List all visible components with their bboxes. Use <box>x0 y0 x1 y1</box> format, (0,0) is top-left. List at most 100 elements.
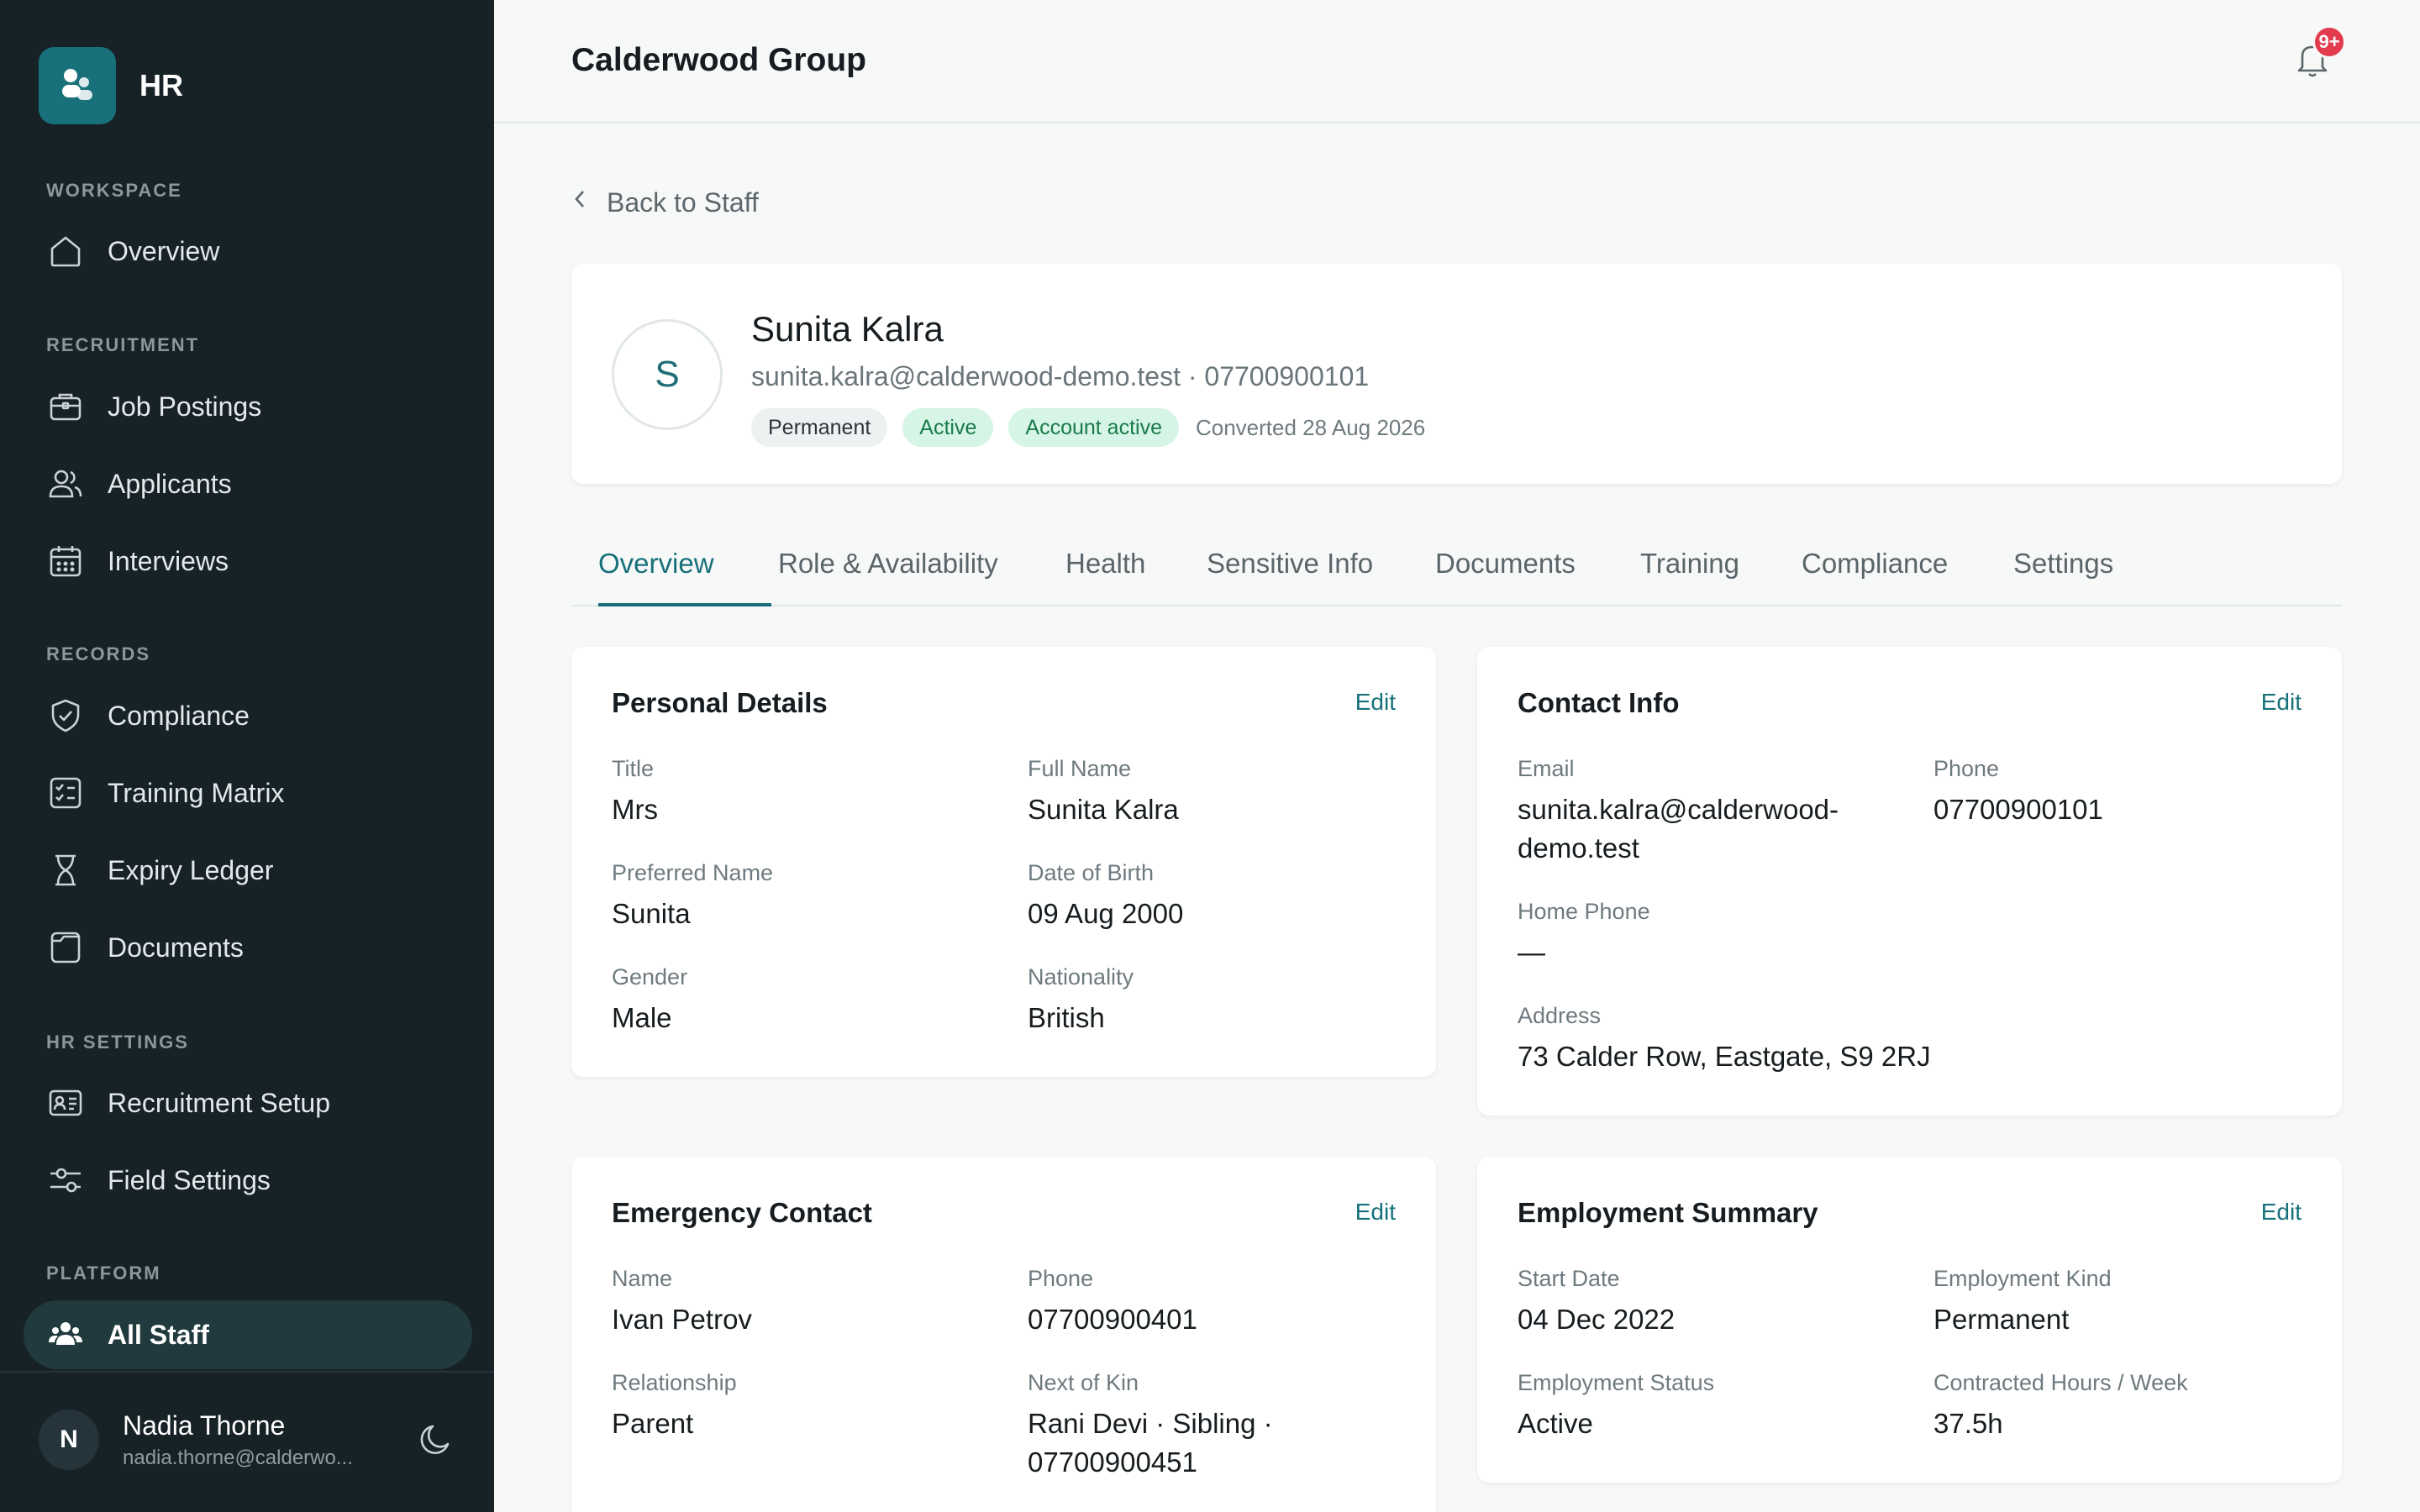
sidebar-item-documents[interactable]: Documents <box>24 913 472 982</box>
field-label: Contracted Hours / Week <box>1933 1370 2188 1395</box>
field-email: Email sunita.kalra@calderwood-demo.test <box>1518 756 1870 868</box>
sidebar-item-label: Documents <box>108 932 244 963</box>
field-value: Active <box>1518 1408 1593 1439</box>
field-start-date: Start Date 04 Dec 2022 <box>1518 1266 1887 1339</box>
sidebar-item-applicants[interactable]: Applicants <box>24 449 472 518</box>
sidebar-item-label: Overview <box>108 235 220 266</box>
sidebar-item-job-postings[interactable]: Job Postings <box>24 372 472 441</box>
field-label: Full Name <box>1028 756 1132 781</box>
sidebar-item-field-settings[interactable]: Field Settings <box>24 1146 472 1215</box>
field-value: 07700900101 <box>1933 794 2103 825</box>
current-user[interactable]: N Nadia Thorne nadia.thorne@calderwo... <box>39 1410 375 1470</box>
emergency-contact-card: Emergency Contact Edit Name Ivan Petrov … <box>571 1157 1436 1512</box>
sidebar-item-label: Expiry Ledger <box>108 854 274 885</box>
profile-badges: Permanent Active Account active Converte… <box>751 408 1425 447</box>
field-label: Date of Birth <box>1028 860 1155 885</box>
sidebar-item-interviews[interactable]: Interviews <box>24 527 472 596</box>
tab-training[interactable]: Training <box>1640 548 1739 606</box>
status-badge: Active <box>902 408 994 447</box>
avatar: S <box>612 319 723 430</box>
sidebar-item-expiry-ledger[interactable]: Expiry Ledger <box>24 836 472 905</box>
sidebar-item-training-matrix[interactable]: Training Matrix <box>24 759 472 827</box>
sidebar-item-compliance[interactable]: Compliance <box>24 681 472 750</box>
contact-info-card: Contact Info Edit Email sunita.kalra@cal… <box>1477 647 2342 1116</box>
field-label: Start Date <box>1518 1266 1620 1291</box>
moon-icon <box>416 1420 455 1463</box>
field-address: Address 73 Calder Row, Eastgate, S9 2RJ <box>1518 1003 2190 1076</box>
checklist-icon <box>47 774 84 811</box>
tab-sensitive-info[interactable]: Sensitive Info <box>1207 548 1373 606</box>
field-value: — <box>1518 937 1545 968</box>
sidebar-item-label: Interviews <box>108 545 229 576</box>
tab-settings[interactable]: Settings <box>2013 548 2113 606</box>
profile-tabs: Overview Role & Availability Health Sens… <box>571 533 2342 606</box>
edit-contact-button[interactable]: Edit <box>2261 689 2302 716</box>
tab-role-availability[interactable]: Role & Availability <box>778 548 998 606</box>
users-icon <box>47 465 84 502</box>
field-value: 04 Dec 2022 <box>1518 1304 1676 1335</box>
back-link-label: Back to Staff <box>607 186 759 218</box>
field-label: Next of Kin <box>1028 1370 1139 1395</box>
dark-mode-toggle[interactable] <box>415 1421 455 1462</box>
tab-overview[interactable]: Overview <box>598 548 771 606</box>
field-label: Preferred Name <box>612 860 774 885</box>
sidebar-item-label: Applicants <box>108 468 232 499</box>
field-label: Employment Status <box>1518 1370 1715 1395</box>
field-phone: Phone 07700900101 <box>1933 756 2303 829</box>
field-label: Email <box>1518 756 1575 781</box>
converted-date: Converted 28 Aug 2026 <box>1195 414 1426 440</box>
bell-icon <box>2291 45 2334 84</box>
field-relationship: Relationship Parent <box>612 1370 981 1443</box>
field-label: Gender <box>612 964 688 990</box>
field-contracted-hours: Contracted Hours / Week 37.5h <box>1933 1370 2303 1443</box>
brand[interactable]: HR <box>39 47 183 124</box>
folder-icon <box>47 929 84 966</box>
sidebar-item-label: All Staff <box>108 1319 209 1350</box>
notification-count-badge: 9+ <box>2312 25 2346 59</box>
tab-health[interactable]: Health <box>1065 548 1145 606</box>
field-value: Mrs <box>612 794 658 825</box>
personal-details-card: Personal Details Edit Title Mrs Full Nam… <box>571 647 1436 1077</box>
back-to-staff-link[interactable]: Back to Staff <box>571 186 759 218</box>
tab-compliance[interactable]: Compliance <box>1802 548 1948 606</box>
field-value: Rani Devi · Sibling · 07700900451 <box>1028 1408 1273 1478</box>
team-icon <box>47 1316 84 1353</box>
edit-emergency-button[interactable]: Edit <box>1355 1199 1396 1226</box>
sidebar-item-all-staff[interactable]: All Staff <box>24 1300 472 1369</box>
field-preferred-name: Preferred Name Sunita <box>612 860 981 933</box>
sidebar-item-label: Field Settings <box>108 1164 271 1195</box>
card-title: Personal Details <box>612 687 828 718</box>
field-value: Permanent <box>1933 1304 2070 1335</box>
field-value: Parent <box>612 1408 694 1439</box>
sidebar-item-label: Training Matrix <box>108 777 285 808</box>
field-date-of-birth: Date of Birth 09 Aug 2000 <box>1028 860 1397 933</box>
user-name: Nadia Thorne <box>123 1410 286 1441</box>
field-value: British <box>1028 1002 1105 1033</box>
field-value: Male <box>612 1002 672 1033</box>
field-value: 09 Aug 2000 <box>1028 898 1184 929</box>
field-full-name: Full Name Sunita Kalra <box>1028 756 1397 829</box>
card-title: Employment Summary <box>1518 1197 1818 1228</box>
field-label: Title <box>612 756 655 781</box>
card-title: Contact Info <box>1518 687 1680 718</box>
field-label: Phone <box>1028 1266 1094 1291</box>
avatar: N <box>39 1410 99 1470</box>
sidebar-item-overview[interactable]: Overview <box>24 217 472 286</box>
card-title: Emergency Contact <box>612 1197 872 1228</box>
section-recruitment: RECRUITMENT <box>46 334 200 355</box>
brand-name: HR <box>139 68 183 102</box>
sidebar-item-recruitment-setup[interactable]: Recruitment Setup <box>24 1068 472 1137</box>
field-value: sunita.kalra@calderwood-demo.test <box>1518 794 1839 864</box>
tab-documents[interactable]: Documents <box>1435 548 1576 606</box>
section-workspace: WORKSPACE <box>46 180 182 201</box>
field-value: Sunita Kalra <box>1028 794 1179 825</box>
sidebar-item-label: Job Postings <box>108 391 262 422</box>
topbar: Calderwood Group 9+ <box>494 0 2420 123</box>
edit-personal-button[interactable]: Edit <box>1355 689 1396 716</box>
field-value: Sunita <box>612 898 691 929</box>
edit-employment-button[interactable]: Edit <box>2261 1199 2302 1226</box>
field-label: Phone <box>1933 756 2000 781</box>
field-label: Name <box>612 1266 673 1291</box>
employment-summary-card: Employment Summary Edit Start Date 04 De… <box>1477 1157 2342 1483</box>
field-value: 73 Calder Row, Eastgate, S9 2RJ <box>1518 1041 1931 1072</box>
